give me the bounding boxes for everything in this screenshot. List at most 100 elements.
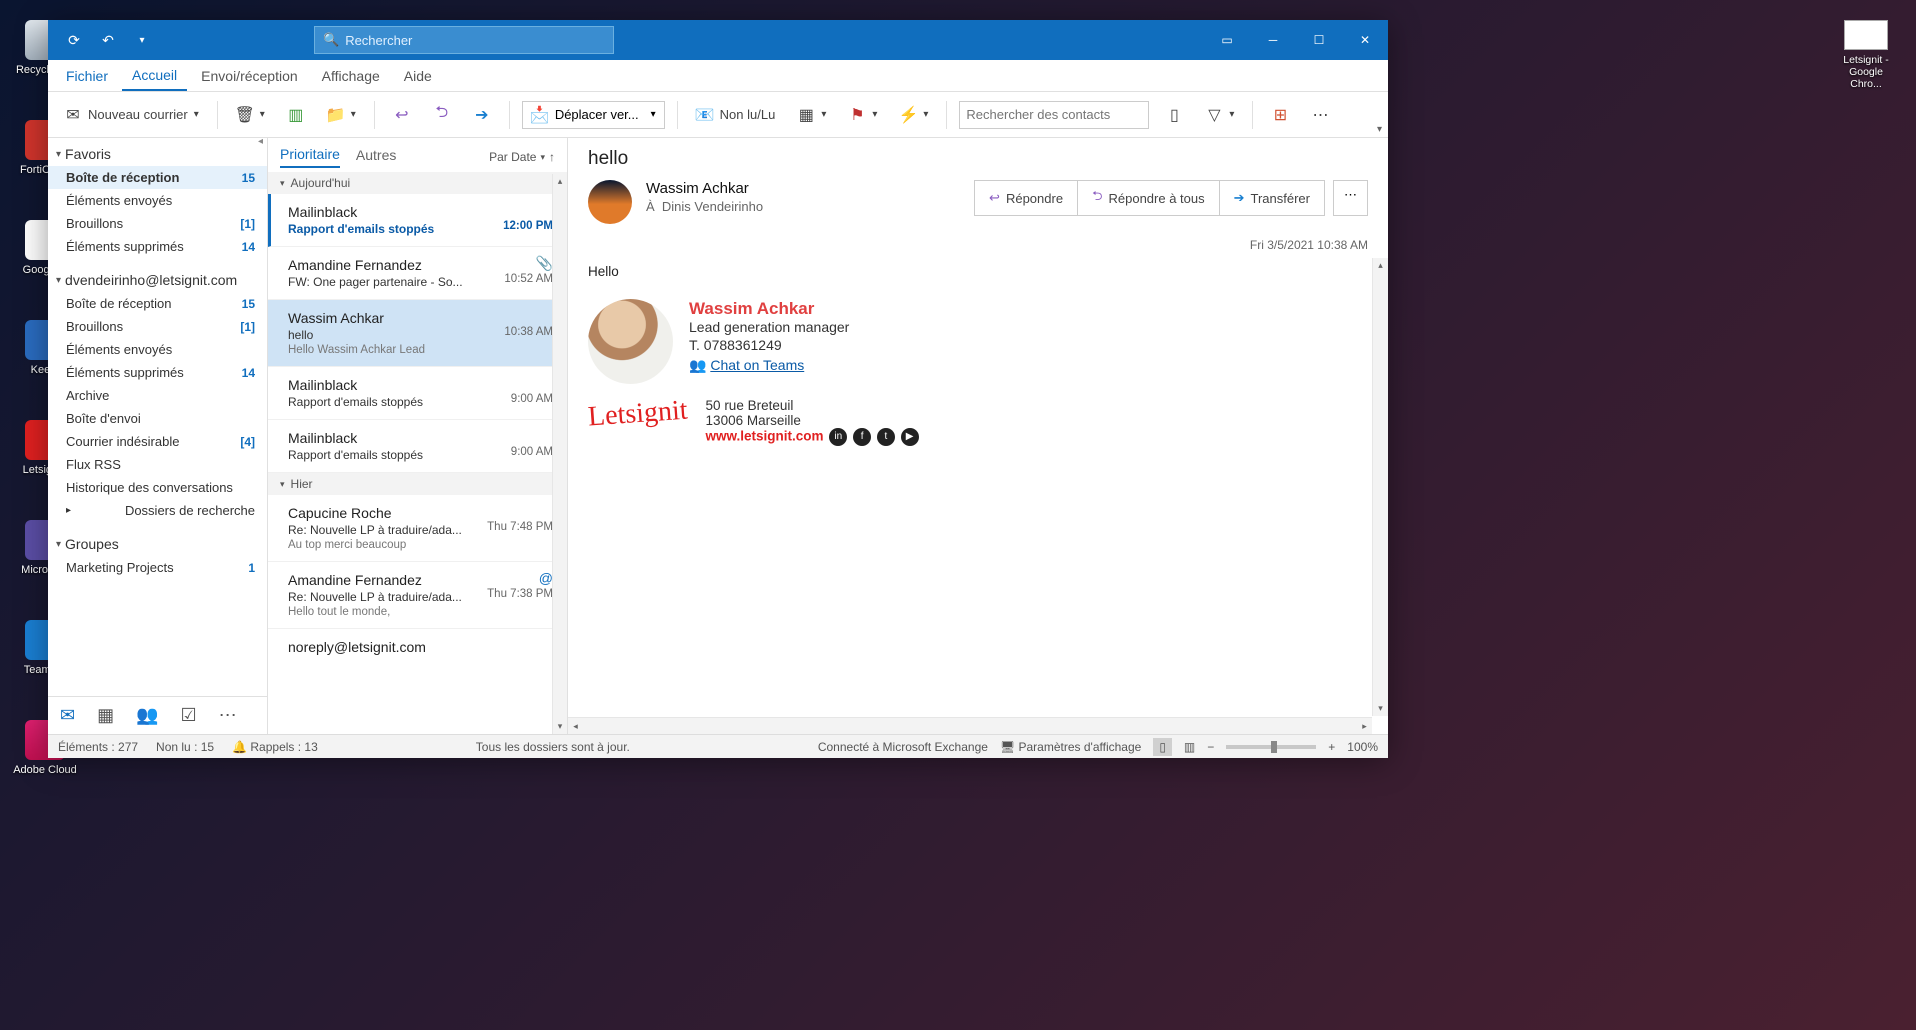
- section-favoris[interactable]: ▾Favoris: [48, 138, 267, 166]
- section-account[interactable]: ▾dvendeirinho@letsignit.com: [48, 264, 267, 292]
- group-yesterday[interactable]: ▾Hier: [268, 473, 567, 495]
- quick-steps-button[interactable]: ⚡▾: [893, 102, 934, 128]
- group-today[interactable]: ▾Aujourd'hui: [268, 172, 567, 194]
- sender-avatar[interactable]: [588, 180, 632, 224]
- view-normal-icon[interactable]: ▯: [1153, 738, 1172, 756]
- sync-icon[interactable]: ⟳: [62, 28, 86, 52]
- zoom-slider[interactable]: [1226, 745, 1316, 749]
- nav-more-icon[interactable]: ⋯: [219, 705, 237, 726]
- read-unread-button[interactable]: 📧Non lu/Lu: [690, 102, 782, 128]
- folder-search-folders[interactable]: ▸Dossiers de recherche: [48, 499, 267, 522]
- qat-dropdown-icon[interactable]: ▾: [130, 28, 154, 52]
- filter-button[interactable]: ▽▾: [1199, 102, 1240, 128]
- minimize-button[interactable]: ─: [1250, 20, 1296, 60]
- message-more-button[interactable]: ⋯: [1333, 180, 1368, 216]
- facebook-icon[interactable]: f: [853, 428, 871, 446]
- tab-other[interactable]: Autres: [356, 147, 396, 167]
- folder-inbox-fav[interactable]: Boîte de réception15: [48, 166, 267, 189]
- scroll-left-icon[interactable]: ◂: [568, 721, 583, 732]
- folder-archive[interactable]: Archive: [48, 384, 267, 407]
- scroll-down-icon[interactable]: ▾: [553, 719, 567, 734]
- view-reading-icon[interactable]: ▥: [1184, 740, 1195, 754]
- new-mail-button[interactable]: ✉Nouveau courrier▾: [58, 102, 205, 128]
- search-input[interactable]: [345, 33, 605, 48]
- folder-sent[interactable]: Éléments envoyés: [48, 338, 267, 361]
- forward-button[interactable]: ➔Transférer: [1219, 180, 1325, 216]
- scroll-right-icon[interactable]: ▸: [1357, 721, 1372, 732]
- reply-button[interactable]: ↩Répondre: [974, 180, 1078, 216]
- undo-icon[interactable]: ↶: [96, 28, 120, 52]
- reading-hscrollbar[interactable]: ◂ ▸: [568, 717, 1372, 734]
- address-book-button[interactable]: ▯: [1159, 102, 1189, 128]
- folder-sent-fav[interactable]: Éléments envoyés: [48, 189, 267, 212]
- nav-calendar-icon[interactable]: ▦: [97, 705, 114, 726]
- reply-button[interactable]: ↩: [387, 102, 417, 128]
- zoom-thumb[interactable]: [1271, 741, 1277, 753]
- scroll-up-icon[interactable]: ▴: [553, 174, 567, 189]
- scroll-down-icon[interactable]: ▾: [1373, 701, 1388, 716]
- message-item[interactable]: 📎 Amandine Fernandez FW: One pager parte…: [268, 247, 567, 300]
- message-item[interactable]: Capucine Roche Re: Nouvelle LP à traduir…: [268, 495, 567, 562]
- tab-accueil[interactable]: Accueil: [122, 60, 187, 91]
- youtube-icon[interactable]: ▶: [901, 428, 919, 446]
- sig-website[interactable]: www.letsignit.com: [706, 429, 824, 444]
- taskbar-preview-chrome[interactable]: Letsignit - Google Chro...: [1836, 20, 1896, 90]
- sort-button[interactable]: Par Date ▾ ↑: [489, 150, 555, 164]
- move-to-button[interactable]: 📩Déplacer ver...▾: [522, 101, 665, 129]
- tab-envoi-reception[interactable]: Envoi/réception: [191, 60, 308, 91]
- tab-aide[interactable]: Aide: [394, 60, 442, 91]
- more-commands-button[interactable]: ⋯: [1305, 102, 1335, 128]
- folder-deleted-fav[interactable]: Éléments supprimés14: [48, 235, 267, 258]
- message-item[interactable]: Mailinblack Rapport d'emails stoppés 12:…: [268, 194, 567, 247]
- sort-direction-icon[interactable]: ↑: [549, 150, 555, 164]
- twitter-icon[interactable]: t: [877, 428, 895, 446]
- status-display-settings[interactable]: 🖥 Paramètres d'affichage: [1000, 740, 1141, 754]
- nav-tasks-icon[interactable]: ☑: [181, 705, 197, 726]
- folder-inbox[interactable]: Boîte de réception15: [48, 292, 267, 315]
- ribbon-display-icon[interactable]: ▭: [1204, 20, 1250, 60]
- linkedin-icon[interactable]: in: [829, 428, 847, 446]
- folder-drafts-fav[interactable]: Brouillons[1]: [48, 212, 267, 235]
- message-item[interactable]: Mailinblack Rapport d'emails stoppés 9:0…: [268, 367, 567, 420]
- addin-button[interactable]: ⊞: [1265, 102, 1295, 128]
- group-marketing[interactable]: Marketing Projects1: [48, 556, 267, 579]
- delete-button[interactable]: 🗑▾: [230, 102, 271, 128]
- message-item[interactable]: Mailinblack Rapport d'emails stoppés 9:0…: [268, 420, 567, 473]
- reply-all-button[interactable]: ⮌: [427, 102, 457, 128]
- scroll-up-icon[interactable]: ▴: [1373, 258, 1388, 273]
- close-button[interactable]: ✕: [1342, 20, 1388, 60]
- folder-history[interactable]: Historique des conversations: [48, 476, 267, 499]
- folder-outbox[interactable]: Boîte d'envoi: [48, 407, 267, 430]
- ribbon-collapse-icon[interactable]: ▾: [1377, 124, 1382, 135]
- reply-all-button[interactable]: ⮌Répondre à tous: [1077, 180, 1220, 216]
- teams-link[interactable]: Chat on Teams: [710, 357, 804, 373]
- archive-button[interactable]: ▥: [281, 102, 311, 128]
- message-item[interactable]: @ Amandine Fernandez Re: Nouvelle LP à t…: [268, 562, 567, 629]
- nav-mail-icon[interactable]: ✉: [60, 705, 75, 726]
- reading-vscrollbar[interactable]: ▴ ▾: [1372, 258, 1388, 716]
- contacts-search-input[interactable]: [959, 101, 1149, 129]
- tab-focused[interactable]: Prioritaire: [280, 146, 340, 168]
- move-folder-button[interactable]: 📁▾: [321, 102, 362, 128]
- folder-rss[interactable]: Flux RSS: [48, 453, 267, 476]
- folder-junk[interactable]: Courrier indésirable[4]: [48, 430, 267, 453]
- global-search[interactable]: 🔍: [314, 26, 614, 54]
- tab-affichage[interactable]: Affichage: [312, 60, 390, 91]
- folder-drafts[interactable]: Brouillons[1]: [48, 315, 267, 338]
- zoom-out-icon[interactable]: −: [1207, 740, 1214, 754]
- pane-collapse-icon[interactable]: ◂: [258, 136, 263, 147]
- section-groups[interactable]: ▾Groupes: [48, 528, 267, 556]
- message-item-selected[interactable]: Wassim Achkar hello Hello Wassim Achkar …: [268, 300, 567, 367]
- zoom-in-icon[interactable]: +: [1328, 740, 1335, 754]
- forward-button[interactable]: ➔: [467, 102, 497, 128]
- tab-fichier[interactable]: Fichier: [56, 60, 118, 91]
- message-item[interactable]: noreply@letsignit.com: [268, 629, 567, 665]
- status-reminders[interactable]: 🔔 Rappels : 13: [232, 740, 318, 754]
- reply-all-icon: ⮌: [1092, 187, 1102, 209]
- folder-deleted[interactable]: Éléments supprimés14: [48, 361, 267, 384]
- categories-button[interactable]: ▦▾: [791, 102, 832, 128]
- flag-button[interactable]: ⚑▾: [842, 102, 883, 128]
- nav-people-icon[interactable]: 👥: [136, 705, 158, 726]
- message-list-scrollbar[interactable]: ▴ ▾: [552, 174, 567, 734]
- maximize-button[interactable]: ☐: [1296, 20, 1342, 60]
